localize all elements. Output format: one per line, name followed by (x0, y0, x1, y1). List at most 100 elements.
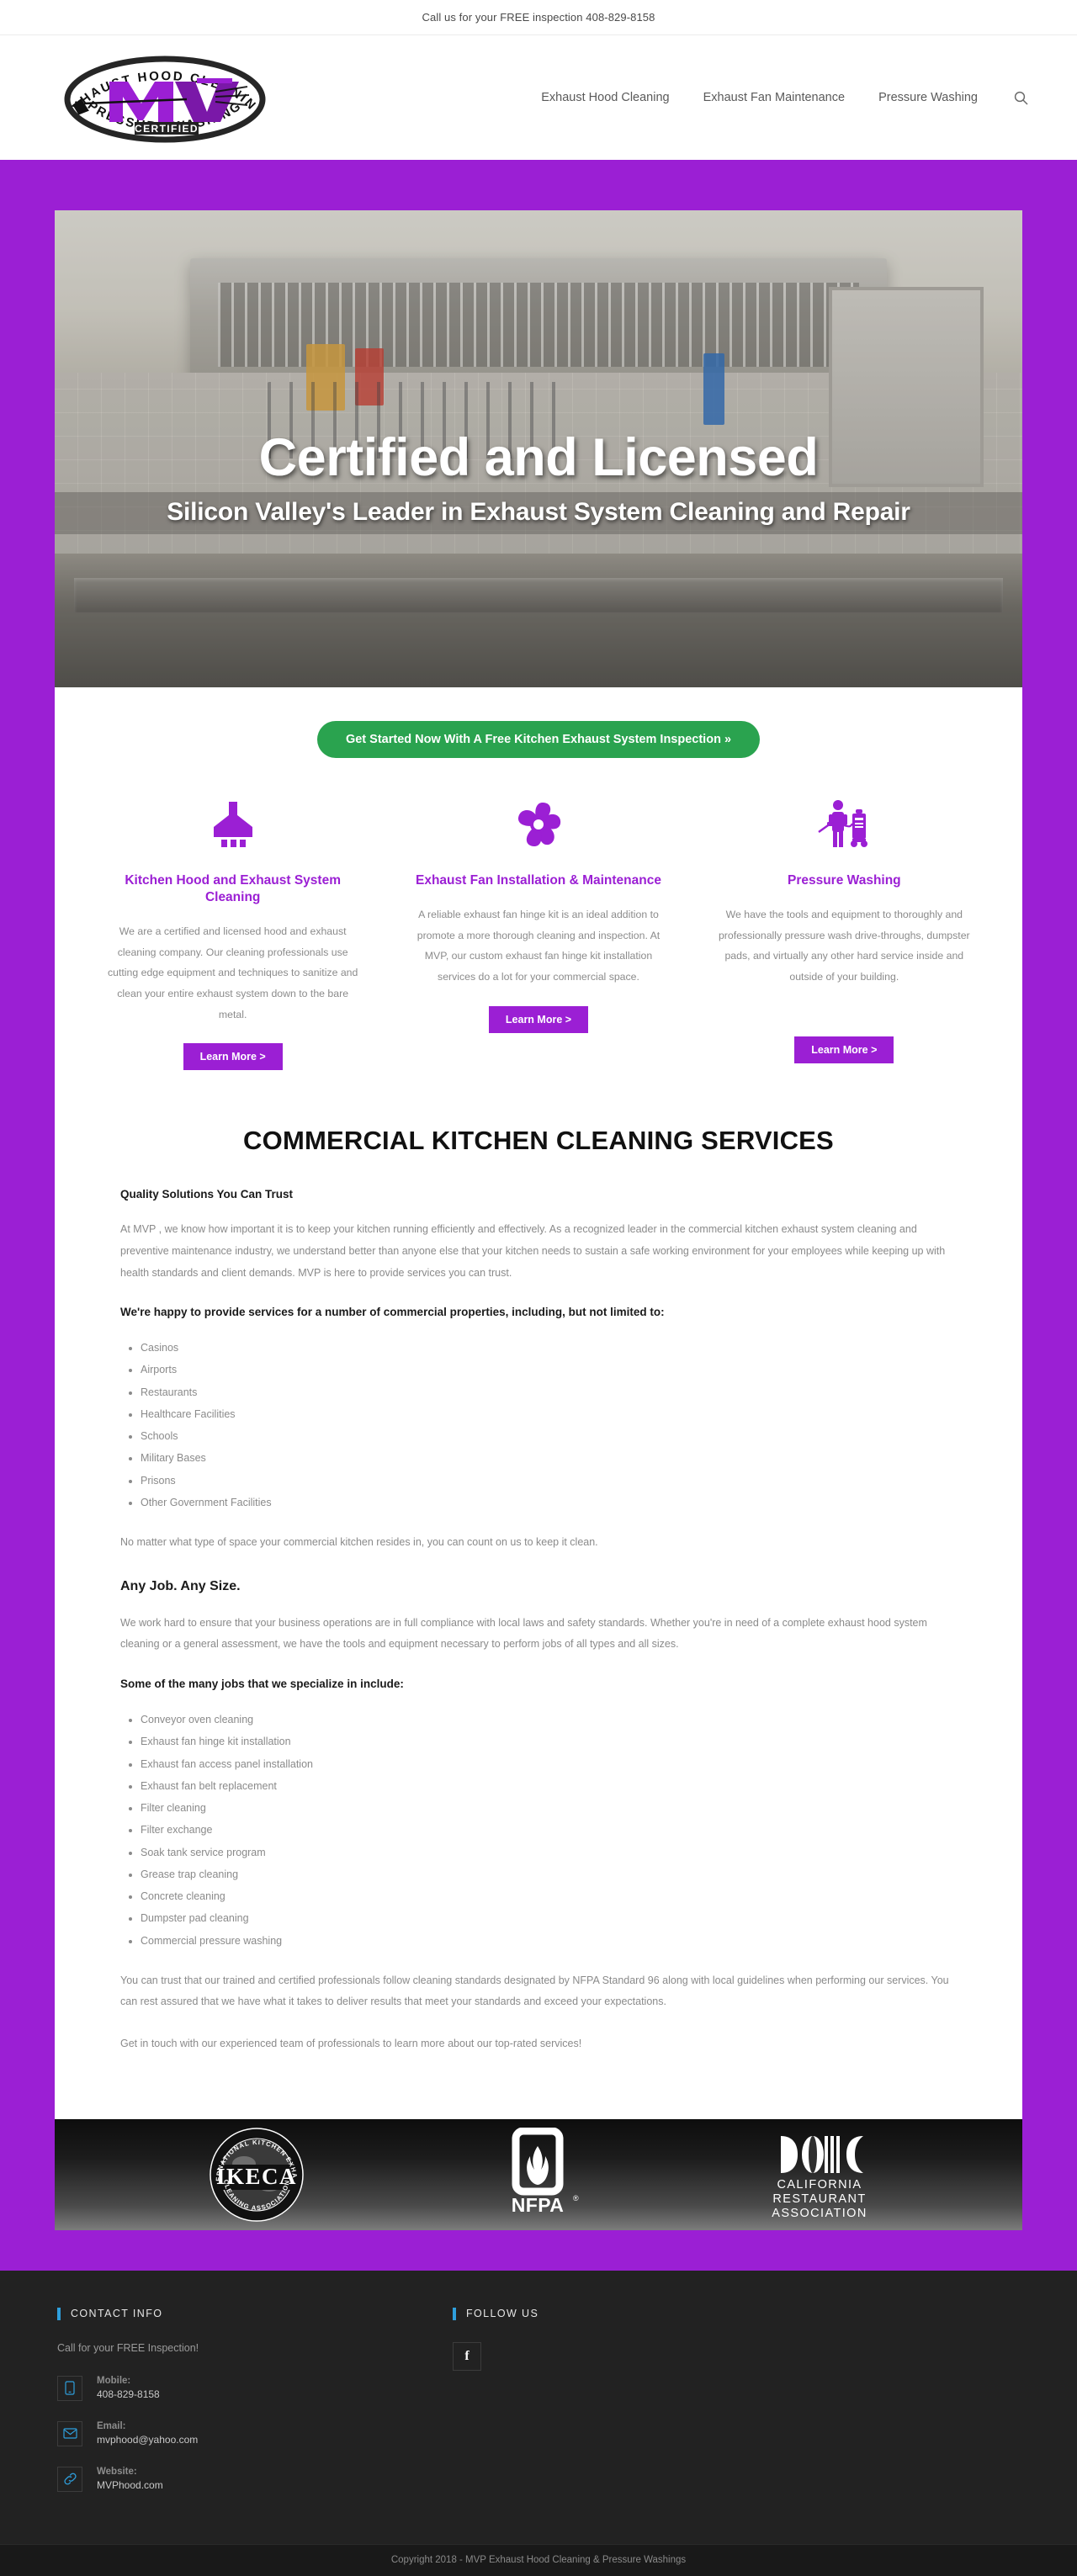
contact-label: Mobile: (97, 2375, 131, 2386)
list-item: Commercial pressure washing (141, 1930, 957, 1952)
footer-contact-column: CONTACT INFO Call for your FREE Inspecti… (57, 2307, 453, 2510)
mvp-logo-icon: EXHAUST HOOD CLEANING PRESSURE WASHING C… (41, 40, 266, 143)
service-card-title: Exhaust Fan Installation & Maintenance (416, 873, 661, 888)
service-card-kitchen-hood: Kitchen Hood and Exhaust System Cleaning… (80, 790, 385, 1071)
contact-text-email: Email: mvphood@yahoo.com (97, 2420, 198, 2448)
cta-section: Get Started Now With A Free Kitchen Exha… (55, 687, 1022, 787)
list-item: Exhaust fan hinge kit installation (141, 1731, 957, 1752)
list-item: Exhaust fan access panel installation (141, 1753, 957, 1775)
list-item: Soak tank service program (141, 1842, 957, 1863)
footer-follow-heading-text: FOLLOW US (466, 2308, 539, 2320)
pressure-washer-person-icon (715, 790, 974, 859)
list-item: Casinos (141, 1337, 957, 1359)
nav-item-exhaust-hood-cleaning[interactable]: Exhaust Hood Cleaning (541, 91, 669, 104)
svg-text:NFPA: NFPA (512, 2194, 565, 2216)
svg-text:ASSOCIATION: ASSOCIATION (772, 2207, 867, 2220)
facebook-glyph: f (464, 2348, 470, 2363)
jobs-list: Conveyor oven cleaning Exhaust fan hinge… (120, 1709, 957, 1952)
article-section: COMMERCIAL KITCHEN CLEANING SERVICES Qua… (55, 1107, 1022, 2119)
nfpa-logo: NFPA ® (494, 2127, 581, 2222)
contact-value[interactable]: 408-829-8158 (97, 2388, 160, 2402)
article-paragraph-1: At MVP , we know how important it is to … (120, 1223, 946, 1279)
list-item: Prisons (141, 1470, 957, 1492)
certification-band: IKECA INTERNATIONAL KITCHEN EXHAUST CLEA… (55, 2118, 1022, 2230)
site-logo[interactable]: EXHAUST HOOD CLEANING PRESSURE WASHING C… (41, 40, 283, 144)
article-paragraph-3: We work hard to ensure that your busines… (120, 1616, 927, 1651)
list-item: Other Government Facilities (141, 1492, 957, 1513)
article-subheading-properties: We're happy to provide services for a nu… (120, 1306, 665, 1319)
email-icon (57, 2420, 82, 2446)
list-item: Airports (141, 1359, 957, 1381)
contact-value[interactable]: mvphood@yahoo.com (97, 2433, 198, 2447)
svg-text:RESTAURANT: RESTAURANT (772, 2192, 866, 2206)
range-hood-icon (103, 790, 362, 859)
contact-text-website: Website: MVPhood.com (97, 2465, 163, 2494)
footer-contact-heading: CONTACT INFO (57, 2307, 453, 2320)
hero-subtitle-band: Silicon Valley's Leader in Exhaust Syste… (55, 491, 1022, 534)
footer-follow-heading: FOLLOW US (453, 2307, 806, 2320)
list-item: Concrete cleaning (141, 1885, 957, 1907)
contact-row-website: Website: MVPhood.com (57, 2465, 453, 2494)
article-paragraph-5: Get in touch with our experienced team o… (120, 2038, 582, 2049)
service-card-body: A reliable exhaust fan hinge kit is an i… (416, 909, 661, 983)
primary-navigation: Exhaust Hood Cleaning Exhaust Fan Mainte… (541, 88, 1040, 107)
service-card-exhaust-fan: Exhaust Fan Installation & Maintenance A… (385, 790, 691, 1070)
heading-accent-bar (57, 2307, 61, 2320)
facebook-icon[interactable]: f (453, 2341, 481, 2371)
hero-text-block: Certified and Licensed Silicon Valley's … (55, 430, 1022, 534)
exhaust-fan-icon (409, 790, 667, 859)
list-item: Exhaust fan belt replacement (141, 1775, 957, 1797)
list-item: Conveyor oven cleaning (141, 1709, 957, 1731)
contact-value[interactable]: MVPhood.com (97, 2478, 163, 2493)
copyright-text: Copyright 2018 - MVP Exhaust Hood Cleani… (390, 2555, 687, 2566)
svg-text:CERTIFIED: CERTIFIED (135, 123, 199, 135)
list-item: Military Bases (141, 1447, 957, 1469)
heading-accent-bar (453, 2307, 456, 2320)
svg-text:CALIFORNIA: CALIFORNIA (777, 2178, 862, 2192)
link-icon (57, 2466, 82, 2492)
copyright-bar: Copyright 2018 - MVP Exhaust Hood Cleani… (0, 2543, 1077, 2576)
list-item: Filter exchange (141, 1819, 957, 1841)
get-started-button[interactable]: Get Started Now With A Free Kitchen Exha… (316, 721, 761, 758)
hero-banner: Certified and Licensed Silicon Valley's … (55, 210, 1022, 687)
announcement-bar: Call us for your FREE inspection 408-829… (0, 0, 1077, 35)
svg-text:®: ® (573, 2194, 579, 2202)
contact-text-mobile: Mobile: 408-829-8158 (97, 2374, 160, 2403)
page-title: COMMERCIAL KITCHEN CLEANING SERVICES (243, 1126, 834, 1156)
hero-subtitle: Silicon Valley's Leader in Exhaust Syste… (167, 497, 910, 526)
california-restaurant-association-logo: CALIFORNIA RESTAURANT ASSOCIATION (769, 2129, 870, 2220)
learn-more-button-exhaust-fan[interactable]: Learn More > (488, 1005, 589, 1033)
service-card-title: Pressure Washing (787, 873, 901, 888)
learn-more-button-pressure-washing[interactable]: Learn More > (794, 1036, 894, 1063)
footer-tagline: Call for your FREE Inspection! (57, 2341, 199, 2354)
nav-item-pressure-washing[interactable]: Pressure Washing (878, 91, 978, 104)
footer-follow-column: FOLLOW US f (453, 2307, 806, 2510)
hero-title: Certified and Licensed (258, 427, 819, 487)
ikeca-logo: IKECA INTERNATIONAL KITCHEN EXHAUST CLEA… (207, 2125, 306, 2224)
list-item: Filter cleaning (141, 1797, 957, 1819)
contact-row-email: Email: mvphood@yahoo.com (57, 2420, 453, 2448)
list-item: Dumpster pad cleaning (141, 1907, 957, 1929)
properties-list: Casinos Airports Restaurants Healthcare … (120, 1337, 957, 1513)
contact-label: Website: (97, 2466, 137, 2477)
article-subheading-any-job: Any Job. Any Size. (120, 1578, 241, 1593)
article-paragraph-2: No matter what type of space your commer… (120, 1536, 598, 1549)
service-cards: Kitchen Hood and Exhaust System Cleaning… (55, 787, 1022, 1108)
service-card-title: Kitchen Hood and Exhaust System Cleaning (125, 873, 341, 905)
learn-more-button-kitchen-hood[interactable]: Learn More > (183, 1043, 283, 1071)
article-subheading-quality: Quality Solutions You Can Trust (120, 1188, 294, 1201)
list-item: Restaurants (141, 1381, 957, 1403)
article-paragraph-4: You can trust that our trained and certi… (120, 1974, 949, 2008)
footer-contact-heading-text: CONTACT INFO (71, 2308, 163, 2320)
list-item: Schools (141, 1425, 957, 1447)
announcement-text: Call us for your FREE inspection 408-829… (422, 11, 655, 24)
service-card-body: We are a certified and licensed hood and… (107, 925, 358, 1020)
nav-item-exhaust-fan-maintenance[interactable]: Exhaust Fan Maintenance (703, 91, 845, 104)
article-subheading-jobs: Some of the many jobs that we specialize… (120, 1678, 404, 1690)
content-card: Certified and Licensed Silicon Valley's … (55, 210, 1022, 2230)
list-item: Healthcare Facilities (141, 1403, 957, 1425)
page-background: Certified and Licensed Silicon Valley's … (0, 160, 1077, 2271)
site-footer: CONTACT INFO Call for your FREE Inspecti… (0, 2270, 1077, 2544)
mobile-icon (57, 2375, 82, 2401)
search-icon[interactable] (1011, 88, 1030, 107)
